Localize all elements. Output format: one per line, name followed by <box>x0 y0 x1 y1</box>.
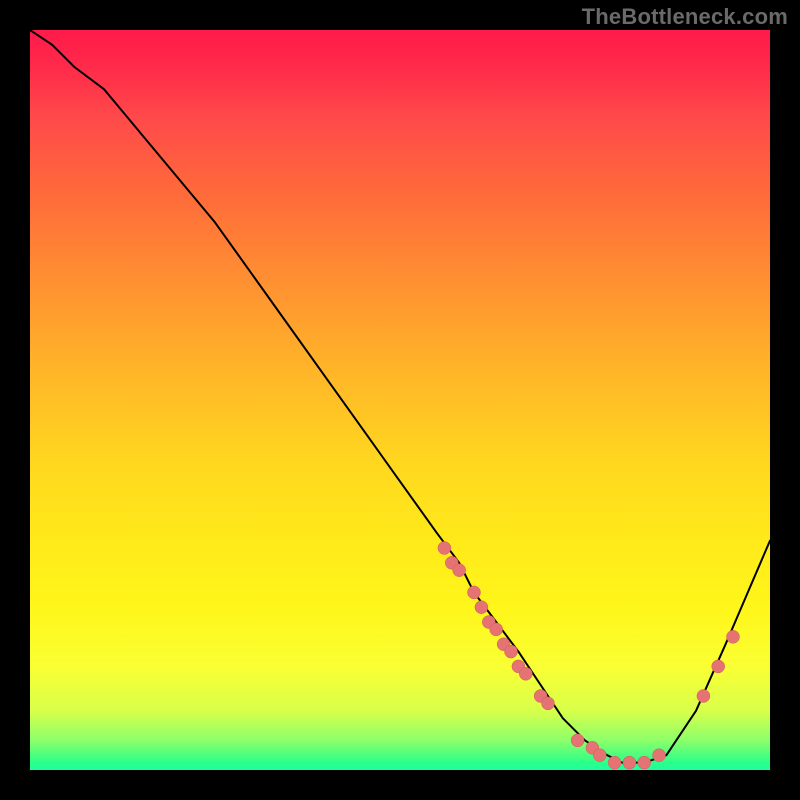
data-point <box>638 756 651 769</box>
data-point <box>593 749 606 762</box>
data-point <box>475 601 488 614</box>
data-point <box>727 630 740 643</box>
curve-line <box>30 30 770 763</box>
chart-svg <box>30 30 770 770</box>
data-point <box>653 749 666 762</box>
data-point <box>542 697 555 710</box>
chart-container: TheBottleneck.com <box>0 0 800 800</box>
plot-area <box>30 30 770 770</box>
data-point <box>519 667 532 680</box>
data-point <box>697 690 710 703</box>
data-point <box>623 756 636 769</box>
data-point <box>505 645 518 658</box>
data-point <box>438 542 451 555</box>
data-point <box>571 734 584 747</box>
data-point <box>468 586 481 599</box>
data-points <box>438 542 740 770</box>
watermark-text: TheBottleneck.com <box>582 4 788 30</box>
data-point <box>490 623 503 636</box>
data-point <box>608 756 621 769</box>
data-point <box>712 660 725 673</box>
data-point <box>453 564 466 577</box>
